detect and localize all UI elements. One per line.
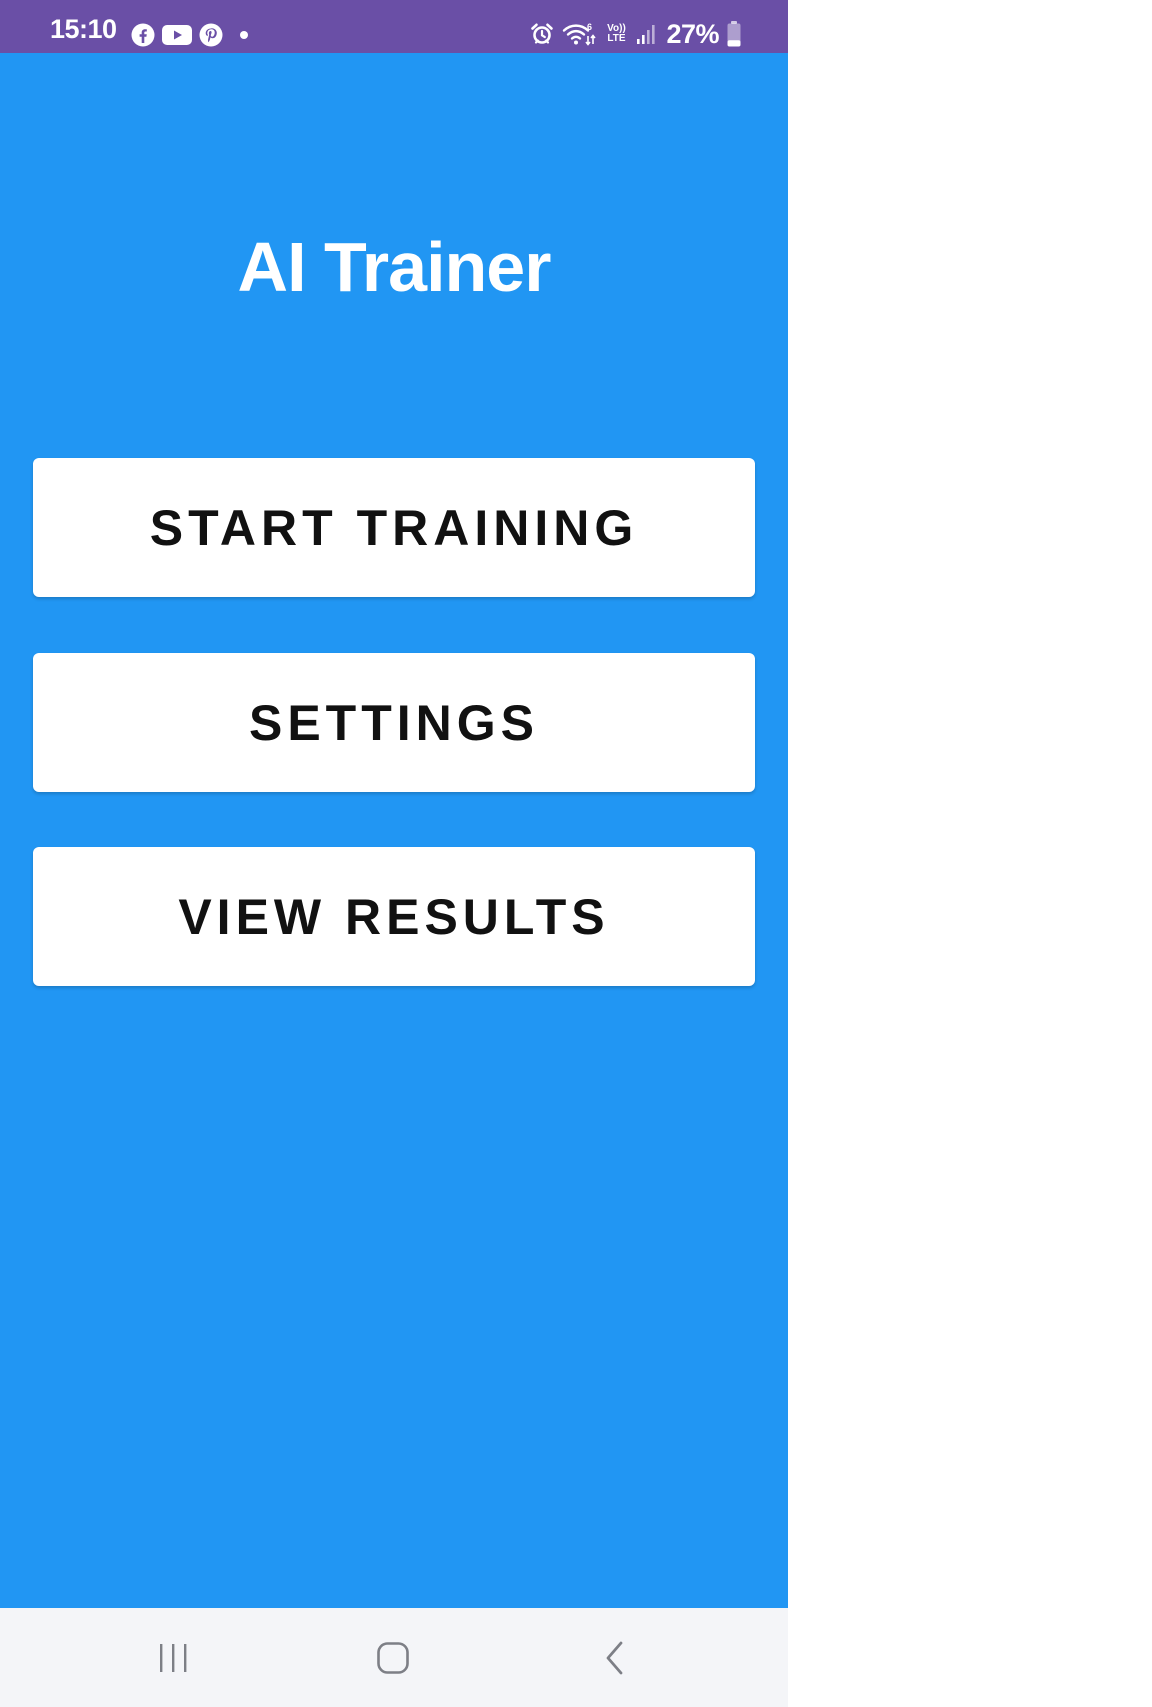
volte-icon: Vo)) LTE	[604, 24, 628, 44]
svg-text:6: 6	[587, 22, 592, 32]
navigation-bar	[0, 1608, 788, 1707]
view-results-button[interactable]: VIEW RESULTS	[33, 847, 755, 986]
phone-screen: 15:10 6 Vo)) LTE 27% AI Trainer START TR…	[0, 0, 788, 1707]
alarm-icon	[530, 22, 554, 46]
youtube-icon	[162, 24, 192, 46]
status-time: 15:10	[50, 14, 117, 44]
pinterest-icon	[199, 23, 223, 47]
lte-label: LTE	[607, 33, 626, 44]
back-button[interactable]	[555, 1608, 675, 1707]
wifi-6-icon: 6	[562, 21, 597, 47]
facebook-icon	[131, 23, 155, 47]
recents-button[interactable]	[113, 1608, 233, 1707]
status-system-icons: 6 Vo)) LTE 27%	[530, 19, 741, 49]
status-bar: 15:10 6 Vo)) LTE 27%	[0, 0, 788, 53]
battery-percent: 27%	[666, 18, 719, 49]
blank-area	[788, 0, 1152, 1707]
home-icon	[376, 1641, 410, 1675]
settings-button[interactable]: SETTINGS	[33, 653, 755, 792]
home-button[interactable]	[333, 1608, 453, 1707]
start-training-label: START TRAINING	[149, 499, 639, 556]
back-icon	[603, 1640, 627, 1676]
notification-dot	[240, 31, 248, 39]
signal-icon	[636, 23, 658, 45]
battery-icon	[727, 21, 741, 47]
start-training-button[interactable]: START TRAINING	[33, 458, 755, 597]
settings-label: SETTINGS	[248, 694, 540, 751]
view-results-label: VIEW RESULTS	[178, 888, 610, 945]
app-title: AI Trainer	[237, 228, 552, 306]
recents-icon	[156, 1642, 190, 1674]
status-notification-icons	[131, 21, 248, 49]
